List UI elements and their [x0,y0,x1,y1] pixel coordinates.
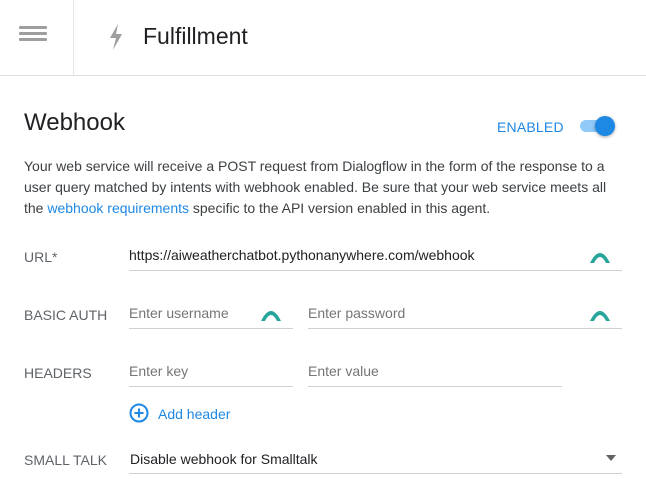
webhook-section-title: Webhook [24,109,125,136]
key-icon [261,311,281,321]
header-value-input[interactable] [308,360,558,382]
header-value-field [308,358,562,387]
lightning-bolt-icon [110,24,122,50]
top-bar: Fulfillment [0,0,646,76]
hamburger-menu-button[interactable] [0,0,74,75]
key-icon [590,253,610,263]
add-circle-icon [129,403,149,423]
headers-label: HEADERS [24,365,92,381]
header-key-field [129,358,293,387]
url-field [129,242,622,271]
webhook-description: Your web service will receive a POST req… [24,158,607,216]
key-icon [590,311,610,321]
small-talk-label: SMALL TALK [24,452,108,468]
small-talk-select[interactable]: Disable webhook for Smalltalk [129,445,622,474]
dropdown-arrow-icon [606,455,616,461]
small-talk-selected-value: Disable webhook for Smalltalk [130,451,318,467]
webhook-enabled-toggle[interactable] [578,115,616,137]
password-field [308,300,622,329]
username-input[interactable] [129,302,254,324]
header-key-input[interactable] [129,360,289,382]
basic-auth-label: BASIC AUTH [24,307,108,323]
url-input[interactable] [129,244,579,266]
page-title: Fulfillment [143,23,248,49]
webhook-requirements-link[interactable]: webhook requirements [47,200,189,216]
url-label: URL* [24,249,58,265]
password-input[interactable] [308,302,578,324]
username-field [129,300,293,329]
webhook-status-label: ENABLED [497,119,564,135]
add-header-label: Add header [158,406,231,422]
